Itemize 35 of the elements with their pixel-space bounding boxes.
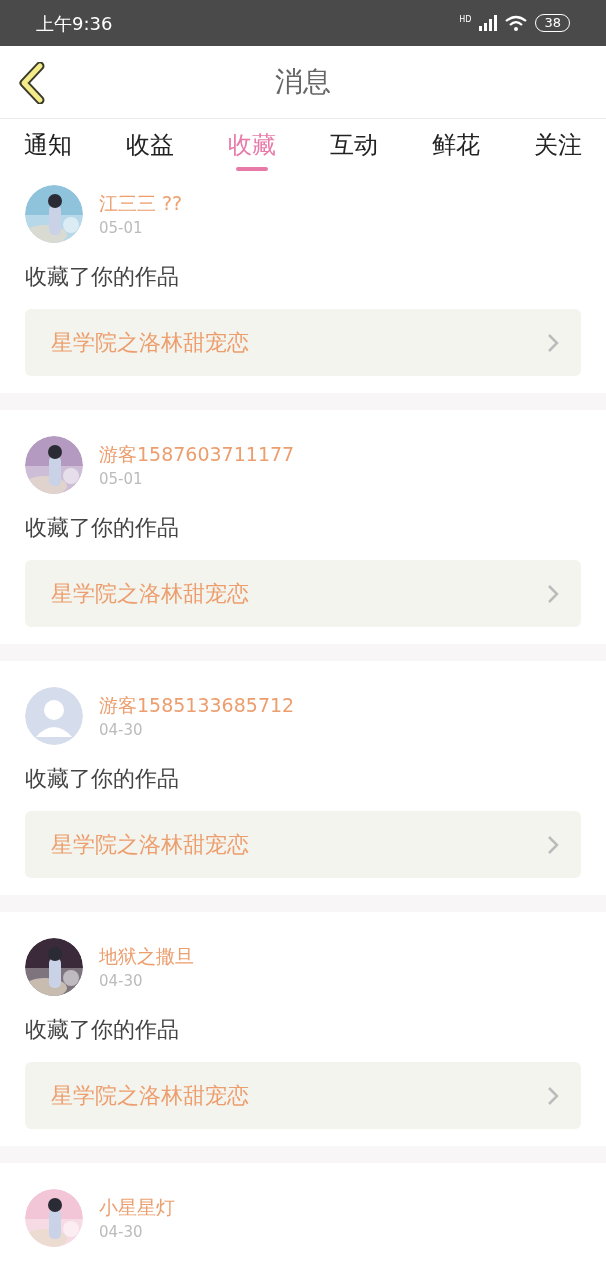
work-link[interactable]: 星学院之洛林甜宠恋: [25, 560, 581, 627]
back-button[interactable]: [16, 62, 46, 104]
message-date: 04-30: [99, 1222, 144, 1243]
tab[interactable]: 收益: [126, 127, 174, 171]
tab[interactable]: 收藏: [228, 127, 276, 171]
message-text: 收藏了你的作品: [25, 514, 180, 542]
chevron-right-icon: [547, 1085, 559, 1106]
user-name[interactable]: 游客1587603711177: [99, 440, 295, 468]
back-icon: [16, 62, 46, 104]
message-text: 收藏了你的作品: [25, 765, 180, 793]
chevron-right-icon: [547, 834, 559, 855]
tab[interactable]: 关注: [534, 127, 582, 171]
message-text: 收藏了你的作品: [25, 263, 180, 291]
message-date: 04-30: [99, 720, 144, 741]
chevron-right-icon: [547, 583, 559, 604]
chevron-right-icon: [547, 332, 559, 353]
tab[interactable]: 鲜花: [432, 127, 480, 171]
work-link[interactable]: 星学院之洛林甜宠恋: [25, 309, 581, 376]
status-time: 上午9:36: [36, 11, 113, 36]
wifi-icon: [505, 15, 528, 31]
message-date: 05-01: [99, 218, 144, 239]
page-title: 消息: [275, 64, 331, 100]
tab[interactable]: 互动: [330, 127, 378, 171]
user-name[interactable]: 地狱之撒旦: [99, 942, 194, 970]
work-link[interactable]: 星学院之洛林甜宠恋: [25, 1062, 581, 1129]
work-link[interactable]: 星学院之洛林甜宠恋: [25, 811, 581, 878]
user-name[interactable]: 游客1585133685712: [99, 691, 295, 719]
message-date: 05-01: [99, 469, 144, 490]
tab[interactable]: 通知: [24, 127, 72, 171]
message-text: 收藏了你的作品: [25, 1016, 180, 1044]
user-name[interactable]: 江三三 ??: [99, 189, 183, 217]
user-name[interactable]: 小星星灯: [99, 1193, 175, 1221]
signal-icon: [479, 15, 498, 31]
message-date: 04-30: [99, 971, 144, 992]
network-label: HD: [459, 16, 472, 24]
